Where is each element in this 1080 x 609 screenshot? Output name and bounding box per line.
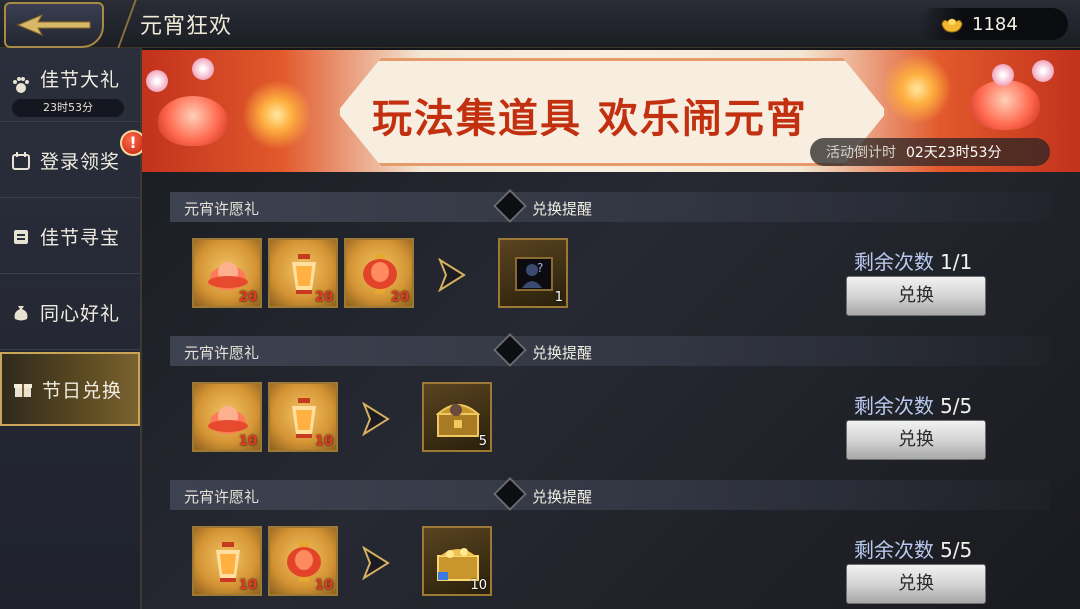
sidebar-item-heart-gift[interactable]: 同心好礼	[0, 276, 140, 350]
countdown-value: 02天23时53分	[906, 145, 1002, 161]
blossom-decoration	[1032, 60, 1054, 82]
item-count: 10	[314, 578, 333, 593]
remaining-label: 剩余次数	[854, 538, 934, 562]
mystery-scroll-icon[interactable]: ? 1	[498, 238, 568, 308]
row-title: 元宵许愿礼	[184, 344, 260, 362]
item-count: 20	[314, 290, 333, 305]
currency-display: 1184	[918, 8, 1068, 40]
remind-label: 兑换提醒	[532, 344, 593, 362]
blossom-decoration	[192, 58, 214, 80]
remind-label: 兑换提醒	[532, 488, 593, 506]
item-count: 20	[390, 290, 409, 305]
page-title: 元宵狂欢	[140, 14, 233, 39]
exchange-button[interactable]: 兑换	[846, 420, 986, 460]
item-count: 10	[238, 578, 257, 593]
sidebar-timer: 23时53分	[12, 99, 124, 117]
remaining-label: 剩余次数	[854, 250, 934, 274]
sidebar: 佳节大礼 23时53分 登录领奖 ! 佳节寻宝 同心好礼 节日兑换	[0, 48, 146, 609]
sidebar-item-login-reward[interactable]: 登录领奖 !	[0, 124, 146, 198]
lotus-decoration	[158, 96, 228, 146]
arrow-right-icon	[362, 546, 390, 580]
currency-value: 1184	[972, 13, 1018, 35]
lotus-lantern-icon[interactable]: 10	[192, 382, 262, 452]
item-count: 10	[470, 578, 487, 593]
item-count: 5	[478, 434, 487, 449]
sidebar-item-label: 节日兑换	[42, 379, 123, 402]
remind-toggle[interactable]	[493, 333, 527, 367]
remind-toggle[interactable]	[493, 189, 527, 223]
remaining-count: 剩余次数 1/1	[854, 246, 972, 275]
blossom-decoration	[146, 70, 168, 92]
sidebar-item-holiday-exchange[interactable]: 节日兑换	[0, 352, 140, 426]
row-header: 元宵许愿礼 兑换提醒	[170, 189, 1050, 223]
hero-chest-icon[interactable]: 5	[422, 382, 492, 452]
remaining-count: 剩余次数 5/5	[854, 390, 972, 419]
firework-decoration	[882, 54, 952, 124]
item-count: 10	[314, 434, 333, 449]
exchange-row: 元宵许愿礼 兑换提醒 20 20 20 ? 1 剩余次数 1/1 兑换	[142, 172, 1080, 316]
calendar-icon	[10, 150, 32, 172]
sidebar-item-label: 同心好礼	[40, 303, 121, 325]
lotus-decoration	[970, 80, 1040, 130]
paw-icon	[10, 74, 32, 96]
top-bar: 元宵狂欢 1184	[0, 0, 1080, 48]
row-header: 元宵许愿礼 兑换提醒	[170, 477, 1050, 511]
gold-ingot-icon	[941, 18, 963, 33]
sidebar-item-label: 佳节大礼	[40, 69, 121, 91]
palace-lantern-icon[interactable]: 10	[192, 526, 262, 596]
gold-chest-icon[interactable]: 10	[422, 526, 492, 596]
remind-toggle[interactable]	[493, 477, 527, 511]
lotus-lantern-icon[interactable]: 20	[192, 238, 262, 308]
gift-box-icon	[12, 378, 34, 400]
exchange-button[interactable]: 兑换	[846, 276, 986, 316]
firework-decoration	[242, 80, 312, 150]
item-count: 10	[238, 434, 257, 449]
remaining-count: 剩余次数 5/5	[854, 534, 972, 563]
banner-title: 玩法集道具 欢乐闹元宵	[372, 95, 808, 142]
countdown-label: 活动倒计时	[826, 145, 896, 161]
remind-label: 兑换提醒	[532, 200, 593, 218]
remaining-label: 剩余次数	[854, 394, 934, 418]
palace-lantern-icon[interactable]: 10	[268, 382, 338, 452]
remaining-value: 5/5	[940, 538, 973, 562]
row-header: 元宵许愿礼 兑换提醒	[170, 333, 1050, 367]
svg-text:?: ?	[537, 261, 543, 275]
item-count: 1	[554, 290, 563, 305]
sidebar-item-label: 佳节寻宝	[40, 227, 121, 249]
palace-lantern-icon[interactable]: 20	[268, 238, 338, 308]
item-count: 20	[238, 290, 257, 305]
scroll-icon	[10, 226, 32, 248]
exchange-row: 元宵许愿礼 兑换提醒 10 10 10 剩余次数 5/5 兑换	[142, 460, 1080, 604]
exchange-row: 元宵许愿礼 兑换提醒 10 10 5 剩余次数 5/5 兑换	[142, 316, 1080, 460]
sidebar-item-treasure-hunt[interactable]: 佳节寻宝	[0, 200, 140, 274]
event-countdown: 活动倒计时 02天23时53分	[810, 138, 1050, 166]
back-arrow-icon	[16, 13, 91, 37]
row-title: 元宵许愿礼	[184, 488, 260, 506]
red-lantern-icon[interactable]: 20	[344, 238, 414, 308]
red-lantern-icon[interactable]: 10	[268, 526, 338, 596]
exchange-button[interactable]: 兑换	[846, 564, 986, 604]
remaining-value: 5/5	[940, 394, 973, 418]
arrow-right-icon	[362, 402, 390, 436]
arrow-right-icon	[438, 258, 466, 292]
sidebar-item-festival-gift[interactable]: 佳节大礼 23时53分	[0, 48, 140, 122]
exchange-list[interactable]: 元宵许愿礼 兑换提醒 20 20 20 ? 1 剩余次数 1/1 兑换 元宵许愿…	[142, 172, 1080, 609]
remaining-value: 1/1	[940, 250, 973, 274]
event-banner: 玩法集道具 欢乐闹元宵 活动倒计时 02天23时53分	[142, 50, 1080, 172]
row-title: 元宵许愿礼	[184, 200, 260, 218]
blossom-decoration	[992, 64, 1014, 86]
back-button[interactable]	[4, 2, 104, 48]
money-bag-icon	[10, 302, 32, 324]
sidebar-item-label: 登录领奖	[40, 151, 121, 173]
